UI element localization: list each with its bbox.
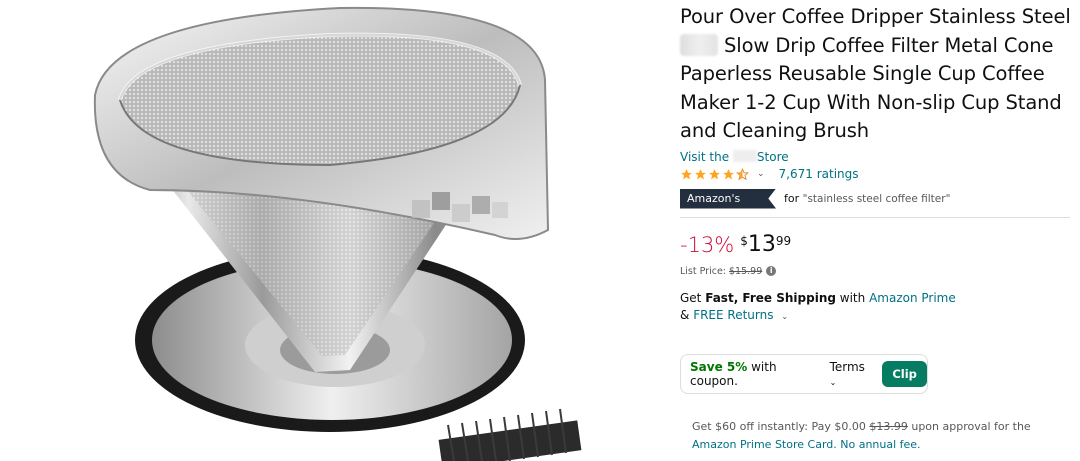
clip-coupon-button[interactable]: Clip	[882, 360, 927, 387]
list-price: List Price: $15.99 i	[680, 266, 1072, 277]
title-line: Slow Drip Coffee Filter Metal Cone	[680, 32, 1072, 61]
amazons-choice-badge: Amazon's Choice	[680, 188, 776, 209]
returns-prefix: &	[680, 307, 690, 322]
cleaning-brush	[438, 408, 582, 461]
price-whole: 13	[747, 231, 776, 257]
choice-query: "stainless steel coffee filter"	[802, 193, 951, 205]
shipping-with: with	[839, 290, 866, 305]
title-line: and Cleaning Brush	[680, 119, 870, 142]
shipping-info: Get Fast, Free Shipping with Amazon Prim…	[680, 290, 1072, 325]
price-row: -13% $ 13 99	[680, 232, 1072, 260]
choice-for-text: for "stainless steel coffee filter"	[784, 192, 950, 205]
product-details: Pour Over Coffee Dripper Stainless Steel…	[680, 0, 1072, 461]
price: $ 13 99	[740, 232, 791, 258]
star-icon	[695, 168, 706, 179]
visit-store-link[interactable]: Visit the Store	[680, 149, 1072, 164]
ratings-count-link[interactable]: 7,671 ratings	[779, 167, 859, 181]
blurred-store-name	[732, 149, 757, 162]
title-line: Maker 1-2 Cup With Non-slip Cup Stand	[680, 90, 1062, 114]
amazons-choice-row: Amazon's Choice for "stainless steel cof…	[680, 188, 1072, 209]
card-offer: Get $60 off instantly: Pay $0.00 $13.99 …	[692, 418, 1072, 455]
star-icon	[709, 168, 720, 179]
card-offer-text: Get $60 off instantly: Pay $0.00	[692, 419, 866, 433]
rating-row: ⌄ 7,671 ratings	[680, 166, 1072, 183]
badge-amazons: Amazon's	[687, 191, 741, 205]
coupon-text: Save 5% with coupon.	[690, 360, 825, 388]
chevron-down-icon: ⌄	[829, 377, 837, 387]
free-returns-link[interactable]: FREE Returns	[693, 308, 773, 322]
title-line: Paperless Reusable Single Cup Coffee	[680, 62, 1045, 85]
badge-choice: Choice	[687, 211, 725, 225]
price-symbol: $	[740, 233, 748, 248]
choice-for-label: for	[784, 192, 800, 205]
prime-store-card-link[interactable]: Amazon Prime Store Card. No annual fee.	[692, 438, 921, 451]
product-title: Pour Over Coffee Dripper Stainless Steel…	[680, 3, 1072, 146]
product-image[interactable]	[0, 0, 668, 461]
coupon-terms-link[interactable]: Terms ⌄	[830, 360, 875, 388]
title-line-text: Slow Drip Coffee Filter Metal Cone	[724, 33, 1054, 57]
coupon-box: Save 5% with coupon. Terms ⌄ Clip	[680, 353, 928, 394]
chevron-down-icon[interactable]: ⌄	[781, 312, 788, 321]
discount-percent: -13%	[680, 232, 735, 257]
star-half-icon	[736, 167, 749, 180]
coffee-dripper-illustration	[93, 6, 582, 461]
amazon-prime-link[interactable]: Amazon Prime	[869, 291, 956, 305]
store-prefix: Visit the	[680, 149, 730, 164]
store-suffix: Store	[756, 149, 789, 164]
price-fraction: 99	[775, 233, 792, 248]
coupon-terms-label: Terms	[829, 359, 865, 374]
title-line: Pour Over Coffee Dripper Stainless Steel	[680, 5, 1071, 28]
chevron-down-icon[interactable]: ⌄	[757, 169, 765, 179]
card-offer-strike: $13.99	[869, 419, 908, 433]
shipping-get: Get	[680, 290, 702, 305]
divider	[680, 216, 1070, 218]
star-icon	[723, 168, 734, 179]
star-icon	[681, 168, 692, 179]
blurred-brand	[680, 33, 718, 56]
list-price-value: $15.99	[729, 265, 763, 277]
shipping-bold: Fast, Free Shipping	[705, 290, 836, 305]
star-rating[interactable]	[680, 167, 749, 181]
info-icon[interactable]: i	[766, 266, 777, 276]
card-offer-text: upon approval for the	[911, 419, 1031, 433]
coupon-save: Save 5%	[690, 359, 748, 374]
list-price-label: List Price:	[680, 265, 727, 277]
